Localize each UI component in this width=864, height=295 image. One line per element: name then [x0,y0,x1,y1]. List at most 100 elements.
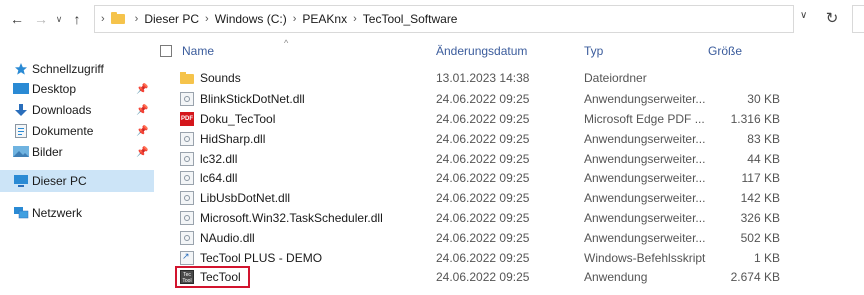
pdf-icon: PDF [180,112,194,126]
download-icon [13,103,29,117]
file-date: 24.06.2022 09:25 [436,171,530,185]
star-icon [13,62,29,76]
pin-icon[interactable]: 📌 [136,147,148,158]
file-name: Sounds [200,71,241,85]
address-dropdown-icon[interactable]: ∨ [800,10,807,21]
nav-item-label: Netzwerk [32,206,83,220]
file-name: LibUsbDotNet.dll [200,191,291,205]
nav-item-quick-access[interactable]: Schnellzugriff [0,58,154,80]
file-date: 24.06.2022 09:25 [436,211,530,225]
chevron-right-icon[interactable]: › [135,13,139,25]
nav-item-downloads[interactable]: Downloads 📌 [0,99,154,121]
nav-item-documents[interactable]: Dokumente 📌 [0,120,154,142]
folder-icon [180,72,194,84]
file-type: Microsoft Edge PDF ... [584,112,705,126]
nav-item-network[interactable]: Netzwerk [0,202,154,224]
file-type: Anwendungserweiter... [584,152,706,166]
address-bar-area: ← → ∨ ↑ › › Dieser PC › Windows (C:) › P… [0,0,864,38]
file-date: 13.01.2023 14:38 [436,71,530,85]
forward-arrow-icon[interactable]: → [30,8,52,30]
column-header-name[interactable]: Name [182,38,214,64]
file-row[interactable]: lc32.dll 24.06.2022 09:25 Anwendungserwe… [156,149,816,169]
nav-item-label: Schnellzugriff [32,62,104,76]
dll-icon [180,171,194,185]
column-header-date[interactable]: Änderungsdatum [436,38,527,64]
breadcrumb-item[interactable]: TecTool_Software [363,12,458,26]
file-type: Anwendung [584,270,648,284]
file-name: BlinkStickDotNet.dll [200,92,305,106]
nav-item-pictures[interactable]: Bilder 📌 [0,141,154,163]
nav-item-this-pc[interactable]: Dieser PC [0,170,154,192]
file-date: 24.06.2022 09:25 [436,112,530,126]
file-size: 502 KB [740,231,780,245]
file-row[interactable]: Sounds 13.01.2023 14:38 Dateiordner [156,68,816,88]
select-all-checkbox[interactable] [160,45,172,57]
file-size: 142 KB [740,191,780,205]
pin-icon[interactable]: 📌 [136,126,148,137]
chevron-right-icon[interactable]: › [205,13,209,25]
file-size: 2.674 KB [730,270,780,284]
pin-icon[interactable]: 📌 [136,105,148,116]
refresh-icon[interactable]: ↻ [821,7,843,29]
navigation-pane: Schnellzugriff Desktop 📌 Downloads 📌 Dok… [0,38,154,295]
file-size: 326 KB [740,211,780,225]
file-size [706,68,780,88]
file-name: lc64.dll [200,171,238,185]
breadcrumb-item[interactable]: Windows (C:) [215,12,287,26]
file-type: Anwendungserweiter... [584,132,706,146]
file-size: 1 KB [753,251,780,265]
file-date: 24.06.2022 09:25 [436,231,530,245]
breadcrumb-item[interactable]: PEAKnx [302,12,347,26]
file-type: Anwendungserweiter... [584,211,706,225]
dll-icon [180,191,194,205]
crumb-expand-icon[interactable]: › [101,13,105,25]
column-header-size[interactable]: Größe [708,38,742,64]
file-size: 30 KB [747,92,780,106]
nav-item-desktop[interactable]: Desktop 📌 [0,78,154,100]
file-row[interactable]: TecTool PLUS - DEMO 24.06.2022 09:25 Win… [156,248,816,268]
file-row[interactable]: BlinkStickDotNet.dll 24.06.2022 09:25 An… [156,89,816,109]
file-date: 24.06.2022 09:25 [436,191,530,205]
file-size: 44 KB [747,152,780,166]
folder-icon [110,12,125,24]
nav-item-label: Desktop [32,82,77,96]
back-arrow-icon[interactable]: ← [6,8,28,30]
documents-icon [13,124,29,138]
nav-item-label: Downloads [32,103,92,117]
breadcrumb-item[interactable]: Dieser PC [144,12,199,26]
file-row[interactable]: LibUsbDotNet.dll 24.06.2022 09:25 Anwend… [156,188,816,208]
dll-icon [180,152,194,166]
file-name: TecTool PLUS - DEMO [200,251,323,265]
file-row[interactable]: Microsoft.Win32.TaskScheduler.dll 24.06.… [156,208,816,228]
sort-ascending-icon: ^ [284,38,289,48]
breadcrumb: › Dieser PC › Windows (C:) › PEAKnx › Te… [129,12,458,26]
nav-item-label: Dieser PC [32,174,87,188]
file-date: 24.06.2022 09:25 [436,132,530,146]
file-row[interactable]: lc64.dll 24.06.2022 09:25 Anwendungserwe… [156,168,816,188]
file-type: Anwendungserweiter... [584,191,706,205]
up-arrow-icon[interactable]: ↑ [66,8,88,30]
file-row[interactable]: Tec Tool TecTool 24.06.2022 09:25 Anwendu… [156,267,816,287]
dll-icon [180,211,194,225]
file-row[interactable]: HidSharp.dll 24.06.2022 09:25 Anwendungs… [156,129,816,149]
pictures-icon [13,145,29,159]
address-box[interactable]: › › Dieser PC › Windows (C:) › PEAKnx › … [94,5,794,33]
dll-icon [180,231,194,245]
network-icon [13,206,29,220]
dll-icon [180,92,194,106]
file-row[interactable]: NAudio.dll 24.06.2022 09:25 Anwendungser… [156,228,816,248]
chevron-right-icon[interactable]: › [293,13,297,25]
pin-icon[interactable]: 📌 [136,84,148,95]
file-date: 24.06.2022 09:25 [436,92,530,106]
recent-locations-chevron-icon[interactable]: ∨ [52,8,66,30]
file-date: 24.06.2022 09:25 [436,152,530,166]
file-date: 24.06.2022 09:25 [436,251,530,265]
file-type: Anwendungserweiter... [584,231,706,245]
file-date: 24.06.2022 09:25 [436,270,530,284]
search-input[interactable] [852,5,864,33]
nav-item-label: Bilder [32,145,63,159]
chevron-right-icon[interactable]: › [353,13,357,25]
file-type: Dateiordner [584,71,647,85]
column-header-type[interactable]: Typ [584,38,603,64]
file-row[interactable]: PDF Doku_TecTool 24.06.2022 09:25 Micros… [156,109,816,129]
